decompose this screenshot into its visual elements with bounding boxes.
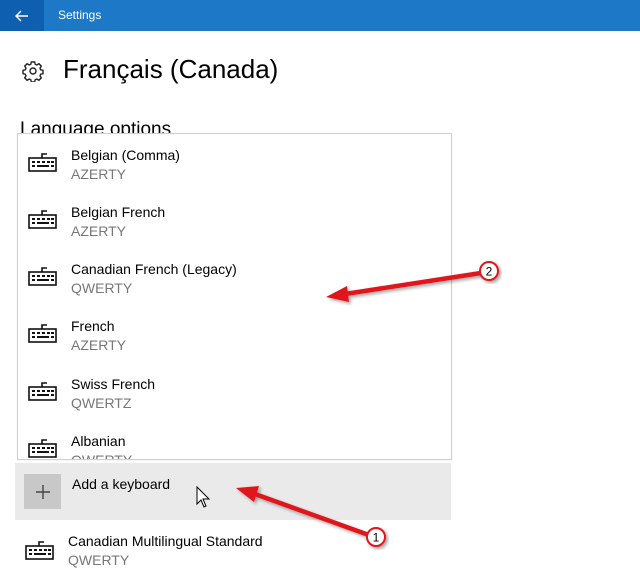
keyboard-icon	[28, 210, 57, 229]
keyboard-name: French	[71, 318, 115, 334]
back-arrow-icon	[15, 9, 28, 22]
back-button[interactable]	[0, 0, 44, 31]
keyboard-icon	[28, 153, 57, 172]
title-bar: Settings	[0, 0, 640, 31]
list-item[interactable]: French AZERTY	[18, 305, 451, 362]
keyboard-layout: QWERTY	[71, 452, 133, 460]
plus-icon-box	[24, 474, 61, 509]
list-item[interactable]: Belgian French AZERTY	[18, 191, 451, 248]
list-item[interactable]: Canadian French (Legacy) QWERTY	[18, 248, 451, 305]
callout-2-number: 2	[486, 265, 493, 279]
keyboard-icon	[28, 382, 57, 401]
keyboard-icon	[28, 439, 57, 458]
keyboard-icon	[25, 541, 54, 560]
keyboard-name: Albanian	[71, 433, 126, 449]
keyboard-name: Swiss French	[71, 376, 156, 392]
keyboard-layout: AZERTY	[71, 337, 126, 353]
add-keyboard-button[interactable]: Add a keyboard	[15, 463, 451, 520]
list-item[interactable]: Belgian (Comma) AZERTY	[18, 134, 451, 191]
keyboard-layout: QWERTY	[68, 552, 130, 568]
page-title: Français (Canada)	[63, 54, 279, 84]
keyboard-layout: QWERTY	[71, 280, 133, 296]
keyboard-icon	[28, 267, 57, 286]
gear-icon	[22, 61, 44, 82]
installed-keyboard-item[interactable]: Canadian Multilingual Standard QWERTY	[15, 525, 451, 580]
keyboard-layout: QWERTZ	[71, 395, 132, 411]
window-title: Settings	[58, 8, 102, 22]
callout-2: 2	[479, 261, 499, 281]
keyboard-name: Belgian French	[71, 204, 166, 220]
keyboard-dropdown-list[interactable]: Belgian (Comma) AZERTY Belgian French AZ…	[17, 133, 452, 460]
list-item[interactable]: Swiss French QWERTZ	[18, 363, 451, 420]
keyboard-name: Belgian (Comma)	[71, 147, 180, 163]
keyboard-name: Canadian French (Legacy)	[71, 261, 237, 277]
keyboard-icon	[28, 324, 57, 343]
keyboard-name: Canadian Multilingual Standard	[68, 533, 263, 549]
plus-icon	[35, 484, 50, 499]
keyboard-layout: AZERTY	[71, 223, 126, 239]
list-item[interactable]: Albanian QWERTY	[18, 420, 451, 460]
add-keyboard-label: Add a keyboard	[72, 476, 171, 492]
keyboard-layout: AZERTY	[71, 166, 126, 182]
